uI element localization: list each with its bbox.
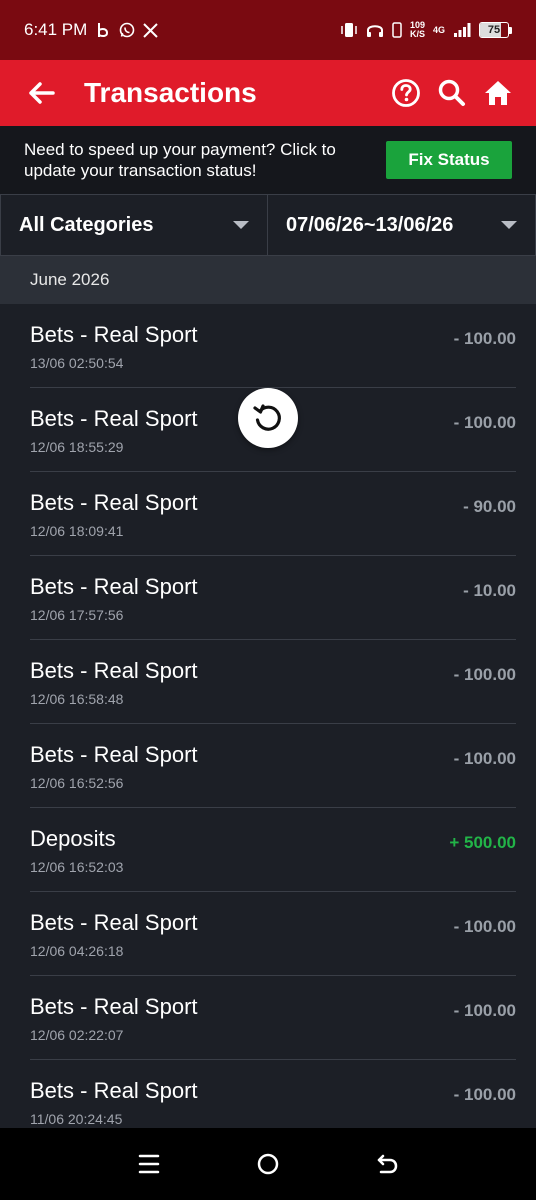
menu-nav-button[interactable] — [129, 1144, 169, 1184]
help-button[interactable] — [390, 77, 422, 109]
transaction-title: Bets - Real Sport — [30, 574, 198, 599]
transaction-time: 12/06 16:52:03 — [30, 859, 124, 875]
transaction-amount: + 500.00 — [449, 833, 516, 852]
transaction-row[interactable]: Bets - Real Sport 12/06 02:22:07 - 100.00 — [30, 976, 516, 1060]
battery-level: 75 — [487, 24, 501, 36]
vibrate-icon — [341, 23, 357, 37]
transaction-title: Bets - Real Sport — [30, 658, 198, 683]
home-nav-button[interactable] — [248, 1144, 288, 1184]
app-bar: Transactions — [0, 60, 536, 126]
transaction-time: 12/06 18:55:29 — [30, 439, 124, 455]
month-label: June 2026 — [30, 270, 110, 289]
back-nav-button[interactable] — [367, 1144, 407, 1184]
category-filter-value: All Categories — [19, 213, 154, 236]
transaction-row[interactable]: Bets - Real Sport 12/06 16:58:48 - 100.00 — [30, 640, 516, 724]
net-speed-unit: K/S — [409, 29, 425, 39]
system-icons: 109 K/S 4G 75 — [340, 21, 512, 39]
battery-indicator: 75 — [479, 22, 512, 38]
banner-text: Need to speed up your payment? Click to … — [24, 140, 336, 180]
notification-icons — [97, 22, 159, 38]
transaction-amount: - 10.00 — [463, 581, 516, 600]
signal-icon — [454, 23, 471, 37]
transaction-row[interactable]: Bets - Real Sport 11/06 20:24:45 - 100.00 — [30, 1060, 516, 1128]
transaction-row[interactable]: Bets - Real Sport 12/06 16:52:56 - 100.00 — [30, 724, 516, 808]
date-range-dropdown[interactable]: 07/06/26~13/06/26 — [268, 194, 536, 256]
net-speed: 109 K/S — [410, 21, 425, 39]
filters-bar: All Categories 07/06/26~13/06/26 — [0, 194, 536, 256]
transaction-title: Bets - Real Sport — [30, 1078, 198, 1103]
transaction-title: Bets - Real Sport — [30, 910, 198, 935]
transaction-row[interactable]: Bets - Real Sport 12/06 04:26:18 - 100.00 — [30, 892, 516, 976]
refresh-icon — [253, 404, 281, 431]
transaction-time: 12/06 04:26:18 — [30, 943, 124, 959]
transaction-time: 12/06 02:22:07 — [30, 1027, 124, 1043]
back-button[interactable] — [26, 78, 56, 108]
phone-icon — [392, 22, 402, 38]
transaction-title: Bets - Real Sport — [30, 994, 198, 1019]
status-time: 6:41 PM — [24, 20, 88, 39]
transaction-amount: - 100.00 — [453, 413, 516, 432]
b-app-icon — [98, 23, 109, 38]
month-header: June 2026 — [0, 256, 536, 304]
help-icon — [392, 79, 420, 107]
transaction-amount: - 100.00 — [453, 329, 516, 348]
category-filter-dropdown[interactable]: All Categories — [0, 194, 268, 256]
x-icon — [143, 22, 159, 38]
header-actions — [390, 77, 514, 109]
back-icon — [377, 1154, 397, 1174]
transaction-row[interactable]: Bets - Real Sport 12/06 18:09:41 - 90.00 — [30, 472, 516, 556]
transaction-amount: - 100.00 — [453, 749, 516, 768]
refresh-button[interactable] — [238, 388, 298, 448]
system-nav-bar — [0, 1128, 536, 1200]
transaction-title: Bets - Real Sport — [30, 742, 198, 767]
net-type: 4G — [432, 25, 445, 35]
dropdown-arrow-icon — [501, 221, 517, 229]
search-button[interactable] — [436, 77, 468, 109]
headphones-icon — [366, 25, 383, 37]
home-icon — [485, 81, 511, 105]
transaction-time: 12/06 16:58:48 — [30, 691, 124, 707]
transaction-amount: - 100.00 — [453, 917, 516, 936]
transaction-amount: - 100.00 — [453, 1001, 516, 1020]
transaction-time: 13/06 02:50:54 — [30, 355, 124, 371]
transaction-row[interactable]: Deposits 12/06 16:52:03 + 500.00 — [30, 808, 516, 892]
transaction-amount: - 100.00 — [453, 1085, 516, 1104]
transaction-title: Bets - Real Sport — [30, 406, 198, 431]
transaction-time: 12/06 18:09:41 — [30, 523, 124, 539]
dropdown-arrow-icon — [233, 221, 249, 229]
home-button[interactable] — [482, 77, 514, 109]
back-arrow-icon — [29, 82, 55, 104]
transaction-title: Bets - Real Sport — [30, 490, 198, 515]
transaction-title: Bets - Real Sport — [30, 322, 198, 347]
page-title: Transactions — [84, 77, 257, 108]
transaction-time: 12/06 16:52:56 — [30, 775, 124, 791]
status-bar: 6:41 PM 109 K/S 4G 75 — [0, 0, 536, 60]
whatsapp-icon — [120, 22, 135, 38]
transaction-amount: - 100.00 — [453, 665, 516, 684]
transaction-time: 11/06 20:24:45 — [30, 1111, 123, 1127]
date-range-value: 07/06/26~13/06/26 — [286, 213, 454, 236]
transaction-amount: - 90.00 — [463, 497, 516, 516]
transaction-row[interactable]: Bets - Real Sport 13/06 02:50:54 - 100.00 — [30, 304, 516, 388]
home-circle-icon — [257, 1153, 279, 1175]
transaction-row[interactable]: Bets - Real Sport 12/06 17:57:56 - 10.00 — [30, 556, 516, 640]
fix-status-button[interactable]: Fix Status — [386, 141, 512, 179]
menu-icon — [139, 1154, 160, 1174]
search-icon — [438, 79, 465, 106]
status-banner: Need to speed up your payment? Click to … — [0, 126, 536, 194]
transaction-time: 12/06 17:57:56 — [30, 607, 124, 623]
transaction-title: Deposits — [30, 826, 116, 851]
